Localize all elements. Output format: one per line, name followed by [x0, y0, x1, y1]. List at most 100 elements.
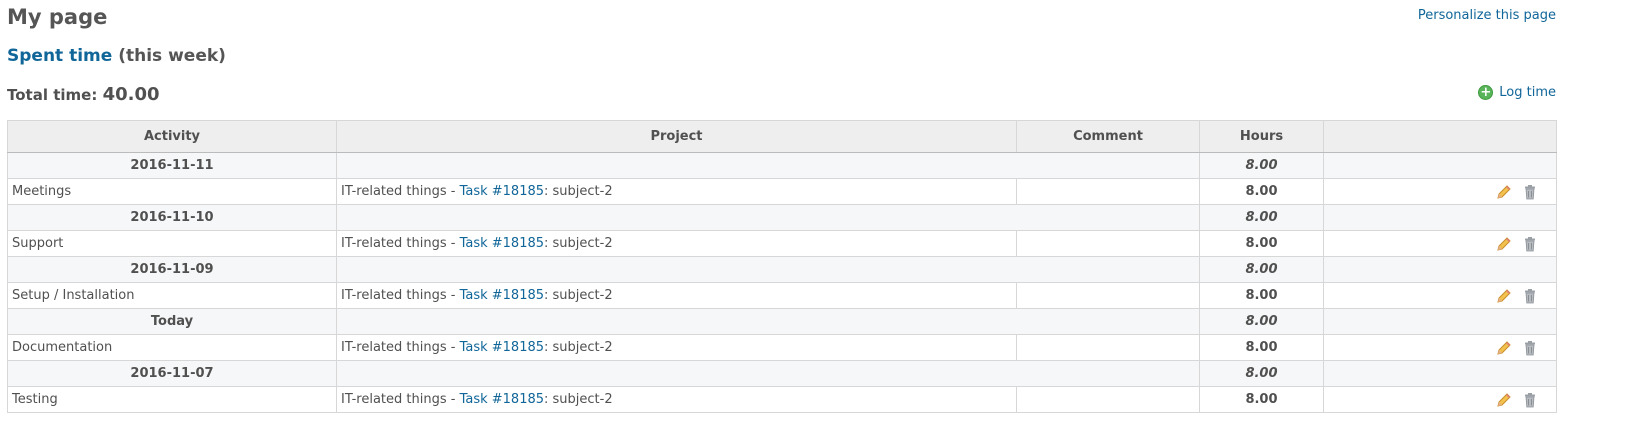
time-entry-row: Meetings IT-related things - Task #18185:… [7, 178, 1557, 205]
project-name: IT-related things [341, 340, 447, 355]
column-header-project: Project [336, 120, 1017, 153]
project-cell: IT-related things - Task #18185: subject… [336, 178, 1017, 205]
actions-cell [1323, 386, 1557, 413]
actions-cell [1323, 230, 1557, 257]
activity-cell: Testing [7, 386, 337, 413]
project-name: IT-related things [341, 236, 447, 251]
date-row-spacer [336, 204, 1200, 231]
issue-link[interactable]: Task #18185 [460, 184, 544, 199]
personalize-page-link[interactable]: Personalize this page [1418, 8, 1556, 24]
issue-subject: : subject-2 [544, 236, 613, 251]
date-row: 2016-11-09 8.00 [7, 256, 1557, 283]
entry-hours: 8.00 [1199, 386, 1324, 413]
log-time-label: Log time [1499, 85, 1556, 100]
total-time-value: 40.00 [102, 84, 160, 105]
period-label: (this week) [118, 46, 226, 66]
date-label: 2016-11-07 [7, 360, 337, 387]
issue-subject: : subject-2 [544, 184, 613, 199]
total-time: Total time: 40.00 [7, 84, 160, 106]
project-cell: IT-related things - Task #18185: subject… [336, 230, 1017, 257]
activity-cell: Meetings [7, 178, 337, 205]
date-label: Today [7, 308, 337, 335]
date-row-actions-spacer [1323, 360, 1557, 387]
column-header-activity: Activity [7, 120, 337, 153]
entry-hours: 8.00 [1199, 334, 1324, 361]
day-total-hours: 8.00 [1199, 256, 1324, 283]
date-row: 2016-11-07 8.00 [7, 360, 1557, 387]
total-time-label: Total time: [7, 86, 98, 104]
project-cell: IT-related things - Task #18185: subject… [336, 334, 1017, 361]
actions-cell [1323, 178, 1557, 205]
comment-cell [1016, 178, 1200, 205]
actions-cell [1323, 334, 1557, 361]
date-row-spacer [336, 308, 1200, 335]
project-name: IT-related things [341, 392, 447, 407]
project-name: IT-related things [341, 288, 447, 303]
date-row-actions-spacer [1323, 204, 1557, 231]
time-entries-body: 2016-11-11 8.00 Meetings IT-related things … [7, 152, 1557, 413]
entry-hours: 8.00 [1199, 282, 1324, 309]
time-entry-row: Setup / Installation IT-related things - … [7, 282, 1557, 309]
date-row-actions-spacer [1323, 152, 1557, 179]
date-row: 2016-11-10 8.00 [7, 204, 1557, 231]
spent-time-heading: Spent time (this week) [7, 45, 226, 67]
activity-cell: Setup / Installation [7, 282, 337, 309]
trash-icon[interactable] [1522, 288, 1538, 304]
activity-cell: Support [7, 230, 337, 257]
pencil-icon[interactable] [1496, 288, 1512, 304]
issue-subject: : subject-2 [544, 340, 613, 355]
page-title: My page [7, 5, 108, 29]
issue-link[interactable]: Task #18185 [460, 340, 544, 355]
date-row: 2016-11-11 8.00 [7, 152, 1557, 179]
project-name: IT-related things [341, 184, 447, 199]
entry-hours: 8.00 [1199, 178, 1324, 205]
spent-time-link[interactable]: Spent time [7, 46, 112, 66]
actions-cell [1323, 282, 1557, 309]
date-label: 2016-11-10 [7, 204, 337, 231]
time-entry-row: Support IT-related things - Task #18185: … [7, 230, 1557, 257]
comment-cell [1016, 230, 1200, 257]
project-separator: - [446, 184, 460, 199]
pencil-icon[interactable] [1496, 184, 1512, 200]
day-total-hours: 8.00 [1199, 308, 1324, 335]
table-header-row: Activity Project Comment Hours [7, 120, 1557, 153]
date-row-spacer [336, 256, 1200, 283]
pencil-icon[interactable] [1496, 236, 1512, 252]
date-row-actions-spacer [1323, 256, 1557, 283]
project-separator: - [446, 288, 460, 303]
comment-cell [1016, 334, 1200, 361]
project-separator: - [446, 236, 460, 251]
day-total-hours: 8.00 [1199, 152, 1324, 179]
date-row: Today 8.00 [7, 308, 1557, 335]
pencil-icon[interactable] [1496, 340, 1512, 356]
time-entry-row: Testing IT-related things - Task #18185: … [7, 386, 1557, 413]
date-label: 2016-11-11 [7, 152, 337, 179]
issue-subject: : subject-2 [544, 288, 613, 303]
issue-link[interactable]: Task #18185 [460, 236, 544, 251]
trash-icon[interactable] [1522, 236, 1538, 252]
comment-cell [1016, 386, 1200, 413]
project-cell: IT-related things - Task #18185: subject… [336, 282, 1017, 309]
issue-link[interactable]: Task #18185 [460, 288, 544, 303]
add-icon: + [1478, 85, 1494, 100]
trash-icon[interactable] [1522, 184, 1538, 200]
day-total-hours: 8.00 [1199, 204, 1324, 231]
trash-icon[interactable] [1522, 340, 1538, 356]
pencil-icon[interactable] [1496, 392, 1512, 408]
date-row-actions-spacer [1323, 308, 1557, 335]
date-row-spacer [336, 152, 1200, 179]
issue-link[interactable]: Task #18185 [460, 392, 544, 407]
log-time-link[interactable]: + Log time [1478, 85, 1556, 100]
project-separator: - [446, 392, 460, 407]
project-cell: IT-related things - Task #18185: subject… [336, 386, 1017, 413]
activity-cell: Documentation [7, 334, 337, 361]
column-header-comment: Comment [1016, 120, 1200, 153]
time-entries-table: Activity Project Comment Hours 2016-11-1… [7, 120, 1557, 413]
comment-cell [1016, 282, 1200, 309]
entry-hours: 8.00 [1199, 230, 1324, 257]
trash-icon[interactable] [1522, 392, 1538, 408]
column-header-hours: Hours [1199, 120, 1324, 153]
time-entry-row: Documentation IT-related things - Task #1… [7, 334, 1557, 361]
project-separator: - [446, 340, 460, 355]
day-total-hours: 8.00 [1199, 360, 1324, 387]
